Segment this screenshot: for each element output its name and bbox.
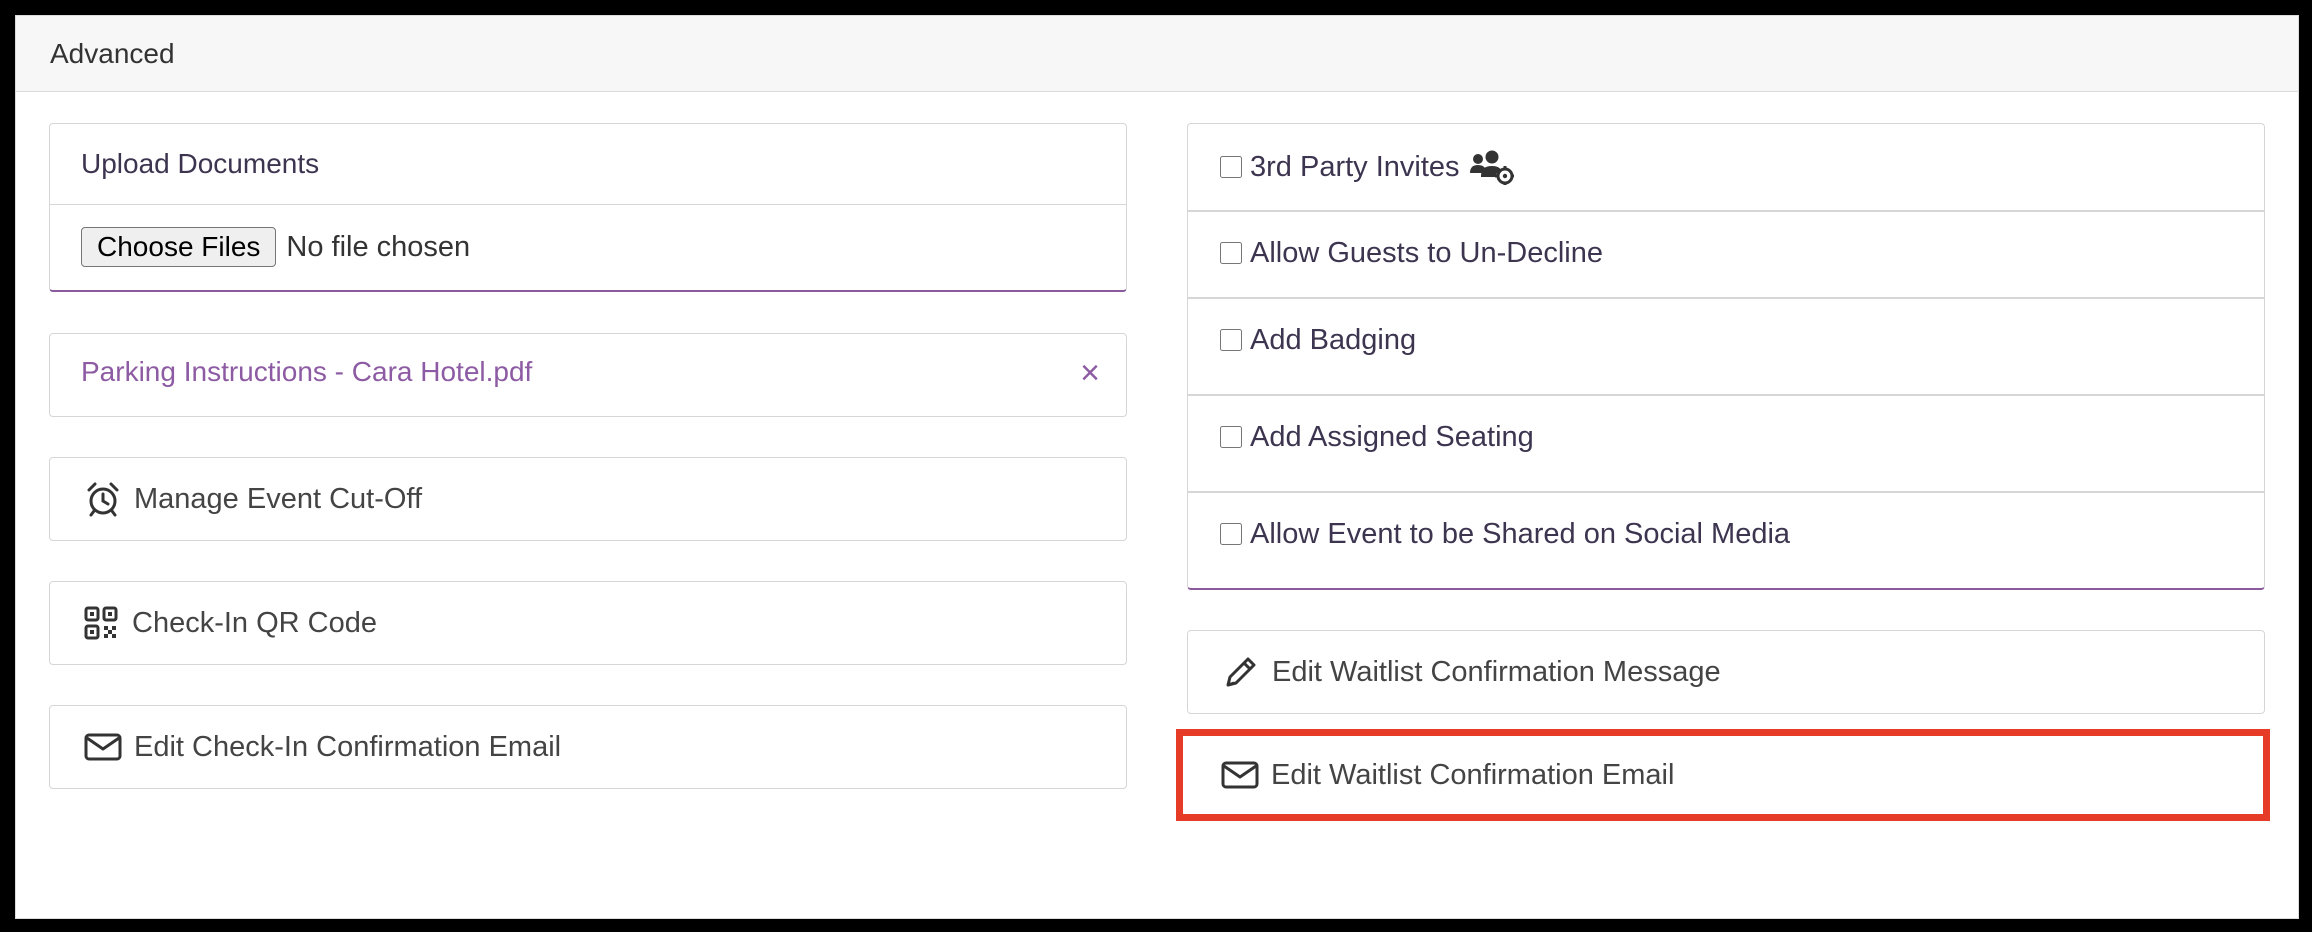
- checkin-qr-code-button[interactable]: Check-In QR Code: [49, 581, 1127, 665]
- file-input: Choose Files No file chosen: [50, 205, 1126, 289]
- upload-documents-title: Upload Documents: [50, 124, 1126, 205]
- checkin-qr-code-label: Check-In QR Code: [132, 606, 377, 639]
- panel-header: Advanced: [16, 16, 2298, 92]
- event-options-card: 3rd Party Invites Allow Guests to Un-Dec…: [1187, 123, 2265, 590]
- divider: [1188, 491, 2264, 493]
- file-status: No file chosen: [286, 230, 471, 263]
- add-badging-label: Add Badging: [1250, 323, 1417, 356]
- upload-documents-card: Upload Documents Choose Files No file ch…: [49, 123, 1127, 292]
- option-share-social-media[interactable]: Allow Event to be Shared on Social Media: [1188, 513, 2264, 555]
- divider: [1188, 297, 2264, 299]
- 3rd-party-invites-checkbox[interactable]: [1220, 156, 1242, 178]
- option-add-assigned-seating[interactable]: Add Assigned Seating: [1188, 416, 2264, 458]
- allow-un-decline-label: Allow Guests to Un-Decline: [1250, 236, 1603, 269]
- edit-waitlist-confirmation-message-button[interactable]: Edit Waitlist Confirmation Message: [1187, 630, 2265, 714]
- uploaded-document-item: Parking Instructions - Cara Hotel.pdf ×: [49, 333, 1127, 417]
- pencil-icon: [1222, 653, 1260, 691]
- add-badging-checkbox[interactable]: [1220, 329, 1242, 351]
- share-social-media-checkbox[interactable]: [1220, 523, 1242, 545]
- qr-code-icon: [84, 606, 118, 640]
- edit-checkin-confirmation-email-label: Edit Check-In Confirmation Email: [134, 730, 562, 763]
- option-add-badging[interactable]: Add Badging: [1188, 319, 2264, 361]
- highlight-box: [1176, 729, 2270, 821]
- divider: [1188, 210, 2264, 212]
- option-allow-un-decline[interactable]: Allow Guests to Un-Decline: [1188, 232, 2264, 274]
- edit-waitlist-confirmation-message-label: Edit Waitlist Confirmation Message: [1272, 655, 1721, 688]
- manage-event-cutoff-label: Manage Event Cut-Off: [134, 482, 423, 515]
- choose-files-button[interactable]: Choose Files: [81, 227, 277, 267]
- share-social-media-label: Allow Event to be Shared on Social Media: [1250, 517, 1791, 550]
- document-link[interactable]: Parking Instructions - Cara Hotel.pdf: [81, 356, 532, 387]
- add-assigned-seating-label: Add Assigned Seating: [1250, 420, 1534, 453]
- allow-un-decline-checkbox[interactable]: [1220, 242, 1242, 264]
- add-assigned-seating-checkbox[interactable]: [1220, 426, 1242, 448]
- users-gear-icon: [1468, 149, 1514, 185]
- edit-checkin-confirmation-email-button[interactable]: Edit Check-In Confirmation Email: [49, 705, 1127, 789]
- 3rd-party-invites-label: 3rd Party Invites: [1250, 150, 1460, 183]
- alarm-clock-icon: [84, 480, 122, 518]
- remove-document-icon[interactable]: ×: [1080, 356, 1100, 390]
- option-3rd-party-invites[interactable]: 3rd Party Invites: [1188, 146, 2264, 188]
- manage-event-cutoff-button[interactable]: Manage Event Cut-Off: [49, 457, 1127, 541]
- divider: [1188, 394, 2264, 396]
- panel-title: Advanced: [50, 37, 175, 69]
- envelope-icon: [84, 732, 122, 762]
